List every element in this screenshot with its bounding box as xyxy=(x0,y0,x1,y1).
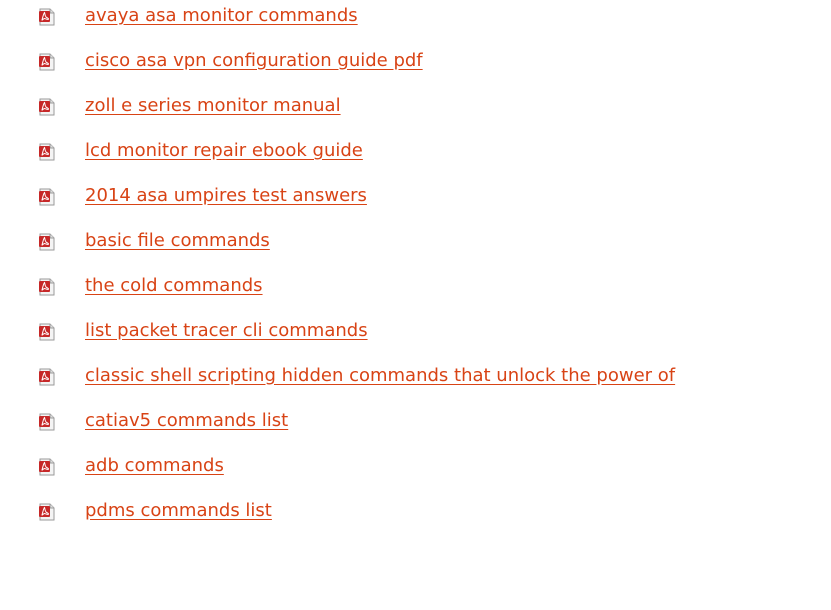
list-item: pdms commands list xyxy=(0,495,831,540)
document-link[interactable]: adb commands xyxy=(85,454,224,478)
document-link[interactable]: 2014 asa umpires test answers xyxy=(85,184,367,208)
pdf-icon xyxy=(39,413,55,431)
document-list: avaya asa monitor commands cisco asa vpn… xyxy=(0,0,831,540)
pdf-icon xyxy=(39,278,55,296)
list-item: catiav5 commands list xyxy=(0,405,831,450)
pdf-icon xyxy=(39,143,55,161)
document-link[interactable]: cisco asa vpn configuration guide pdf xyxy=(85,49,423,73)
list-item: cisco asa vpn configuration guide pdf xyxy=(0,45,831,90)
document-link[interactable]: basic file commands xyxy=(85,229,270,253)
document-link[interactable]: zoll e series monitor manual xyxy=(85,94,341,118)
document-link[interactable]: list packet tracer cli commands xyxy=(85,319,368,343)
pdf-icon xyxy=(39,323,55,341)
list-item: basic file commands xyxy=(0,225,831,270)
document-link[interactable]: classic shell scripting hidden commands … xyxy=(85,364,675,388)
list-item: list packet tracer cli commands xyxy=(0,315,831,360)
document-link[interactable]: avaya asa monitor commands xyxy=(85,4,358,28)
pdf-icon xyxy=(39,98,55,116)
list-item: 2014 asa umpires test answers xyxy=(0,180,831,225)
pdf-icon xyxy=(39,188,55,206)
document-link[interactable]: lcd monitor repair ebook guide xyxy=(85,139,363,163)
pdf-icon xyxy=(39,8,55,26)
list-item: classic shell scripting hidden commands … xyxy=(0,360,831,405)
pdf-icon xyxy=(39,233,55,251)
document-link[interactable]: the cold commands xyxy=(85,274,263,298)
list-item: avaya asa monitor commands xyxy=(0,0,831,45)
list-item: lcd monitor repair ebook guide xyxy=(0,135,831,180)
list-item: adb commands xyxy=(0,450,831,495)
pdf-icon xyxy=(39,458,55,476)
pdf-icon xyxy=(39,53,55,71)
pdf-icon xyxy=(39,503,55,521)
list-item: the cold commands xyxy=(0,270,831,315)
document-link[interactable]: catiav5 commands list xyxy=(85,409,288,433)
pdf-icon xyxy=(39,368,55,386)
document-link[interactable]: pdms commands list xyxy=(85,499,272,523)
list-item: zoll e series monitor manual xyxy=(0,90,831,135)
